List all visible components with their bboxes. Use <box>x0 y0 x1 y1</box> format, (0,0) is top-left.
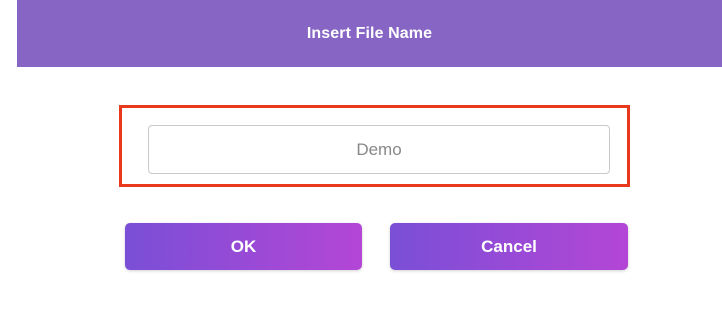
ok-button[interactable]: OK <box>125 223 362 270</box>
cancel-button[interactable]: Cancel <box>390 223 628 270</box>
insert-file-name-dialog: Insert File Name OK Cancel <box>0 0 722 322</box>
dialog-title: Insert File Name <box>306 24 433 42</box>
file-name-input[interactable] <box>148 125 610 174</box>
dialog-header: Insert File Name <box>17 0 722 67</box>
